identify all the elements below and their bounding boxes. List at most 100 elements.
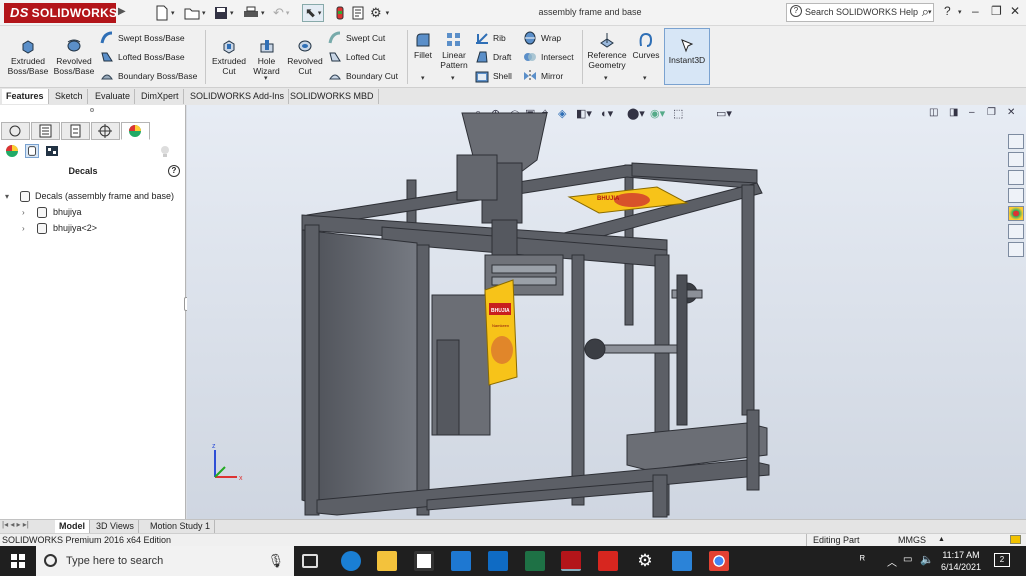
- tab-configuration-manager[interactable]: [61, 122, 90, 140]
- view-palette-icon[interactable]: [1008, 188, 1024, 203]
- swept-boss-button[interactable]: Swept Boss/Base: [99, 31, 185, 45]
- volume-icon[interactable]: 🔈: [920, 553, 934, 566]
- file-explorer-icon[interactable]: [1008, 170, 1024, 185]
- tab-feature-manager[interactable]: [1, 122, 30, 140]
- extruded-boss-button[interactable]: Extruded Boss/Base: [6, 38, 50, 76]
- file-explorer-taskbar-icon[interactable]: [377, 551, 397, 571]
- appearances-scenes-icon[interactable]: [1008, 206, 1024, 221]
- revolved-boss-button[interactable]: Revolved Boss/Base: [52, 38, 96, 76]
- collapse-caret-icon[interactable]: ▾: [5, 192, 9, 201]
- restore-icon[interactable]: ❐: [991, 4, 1002, 18]
- fillet-button[interactable]: Fillet: [409, 32, 437, 60]
- boundary-boss-button[interactable]: Boundary Boss/Base: [99, 69, 197, 83]
- instant3d-button[interactable]: Instant3D: [664, 28, 710, 85]
- tab-3d-views[interactable]: 3D Views: [92, 520, 139, 533]
- rib-button[interactable]: Rib: [474, 31, 506, 45]
- edge-browser-icon[interactable]: [341, 551, 361, 571]
- close-icon[interactable]: ✕: [1010, 4, 1020, 18]
- help-menu-icon[interactable]: ?: [944, 4, 951, 18]
- revolved-cut-button[interactable]: Revolved Cut: [285, 38, 325, 76]
- tab-model[interactable]: Model: [55, 520, 90, 533]
- hole-wizard-dropdown-icon[interactable]: ▾: [264, 74, 268, 82]
- linear-pattern-button[interactable]: Linear Pattern: [437, 32, 471, 70]
- tab-solidworks-mbd[interactable]: SOLIDWORKS MBD: [286, 89, 379, 104]
- help-icon[interactable]: ?: [168, 165, 180, 177]
- task-view-icon[interactable]: [302, 554, 318, 568]
- tree-item-decal[interactable]: bhujiya<2>: [53, 221, 97, 235]
- decals-icon[interactable]: [25, 144, 39, 158]
- wrap-icon: [524, 31, 536, 45]
- solidworks-resources-home-icon[interactable]: [1008, 134, 1024, 149]
- taskbar-search-input[interactable]: Type here to search 🎙: [36, 546, 294, 576]
- intersect-button[interactable]: Intersect: [522, 50, 574, 64]
- mirror-button[interactable]: Mirror: [522, 69, 563, 83]
- reference-geometry-dropdown-icon[interactable]: ▾: [604, 74, 608, 82]
- units-selector[interactable]: MMGS: [898, 534, 926, 546]
- decal-item-icon: [37, 207, 47, 218]
- tab-dimxpert-manager[interactable]: [91, 122, 120, 140]
- pattern-dropdown-icon[interactable]: ▾: [451, 74, 455, 82]
- fillet-dropdown-icon[interactable]: ▾: [421, 74, 425, 82]
- notification-center-icon[interactable]: 2: [994, 553, 1010, 567]
- appearances-icon[interactable]: [5, 144, 19, 158]
- curves-button[interactable]: Curves: [631, 32, 661, 60]
- expand-caret-icon[interactable]: ›: [22, 224, 25, 233]
- taskbar-clock[interactable]: 11:17 AM 6/14/2021: [934, 549, 988, 573]
- chrome-icon[interactable]: [709, 551, 729, 571]
- tab-display-manager[interactable]: [121, 122, 150, 140]
- tab-motion-study[interactable]: Motion Study 1: [146, 520, 216, 533]
- lofted-cut-button[interactable]: Lofted Cut: [327, 50, 385, 64]
- tree-item-decal[interactable]: bhujiya: [53, 205, 82, 219]
- ribbon-separator: [407, 30, 408, 84]
- appearance-ball-icon: [129, 125, 141, 137]
- curves-dropdown-icon[interactable]: ▾: [643, 74, 647, 82]
- help-search-input[interactable]: ? Search SOLIDWORKS Help ⌕: [786, 3, 934, 22]
- lofted-boss-icon: [101, 52, 113, 62]
- minimize-icon[interactable]: –: [972, 4, 979, 18]
- reference-geometry-button[interactable]: Reference Geometry: [584, 32, 630, 70]
- scenes-icon[interactable]: [45, 144, 59, 158]
- microphone-icon[interactable]: 🎙: [267, 546, 284, 576]
- custom-properties-icon[interactable]: [1008, 224, 1024, 239]
- show-hidden-icons-icon[interactable]: ︿: [887, 554, 897, 569]
- windows-start-icon[interactable]: [11, 554, 25, 568]
- tab-evaluate[interactable]: Evaluate: [91, 89, 136, 104]
- graphics-viewport[interactable]: ⌕ ⊕ ⤺ ▣ ⌖ ◈ ◧▾ ◐▾ ⬤▾ ◉▾ ⬚ ▭▾ ◫ ◨ – ❐ ✕: [187, 105, 1026, 519]
- tab-dimxpert[interactable]: DimXpert: [137, 89, 184, 104]
- shell-button[interactable]: Shell: [474, 69, 512, 83]
- tree-root-decals[interactable]: Decals (assembly frame and base): [35, 189, 174, 203]
- help-dropdown-arrow-icon[interactable]: ▾: [958, 8, 962, 16]
- swept-cut-button[interactable]: Swept Cut: [327, 31, 385, 45]
- design-library-icon[interactable]: [1008, 152, 1024, 167]
- settings-gear-icon[interactable]: ⚙: [635, 551, 655, 571]
- linear-pattern-icon: [447, 33, 460, 46]
- excel-icon[interactable]: [525, 551, 545, 571]
- photos-icon[interactable]: [672, 551, 692, 571]
- extruded-cut-button[interactable]: Extruded Cut: [207, 38, 251, 76]
- tab-sketch[interactable]: Sketch: [51, 89, 88, 104]
- search-dropdown-arrow-icon[interactable]: ▾: [928, 8, 932, 16]
- microsoft-store-icon[interactable]: [414, 551, 434, 571]
- rebuild-status-icon[interactable]: [1010, 535, 1021, 544]
- draft-button[interactable]: Draft: [474, 50, 511, 64]
- hole-wizard-button[interactable]: Hole Wizard: [248, 38, 285, 76]
- status-bar: SOLIDWORKS Premium 2016 x64 Edition Edit…: [0, 533, 1026, 546]
- tab-property-manager[interactable]: [31, 122, 60, 140]
- network-icon[interactable]: ▭: [903, 554, 912, 565]
- tab-scroll-arrows-icon[interactable]: |◂ ◂ ▸ ▸|: [2, 520, 29, 529]
- people-icon[interactable]: ᴿ: [860, 554, 865, 566]
- solidworks-taskbar-icon[interactable]: [561, 551, 581, 571]
- wrap-button[interactable]: Wrap: [522, 31, 561, 45]
- tab-solidworks-addins[interactable]: SOLIDWORKS Add-Ins: [186, 89, 290, 104]
- tab-features[interactable]: Features: [2, 89, 49, 104]
- mail-icon[interactable]: [451, 551, 471, 571]
- units-dropdown-icon[interactable]: ▲: [938, 534, 945, 546]
- expand-caret-icon[interactable]: ›: [22, 208, 25, 217]
- acrobat-icon[interactable]: [598, 551, 618, 571]
- boundary-cut-button[interactable]: Boundary Cut: [327, 69, 398, 83]
- forum-chat-icon[interactable]: [1008, 242, 1024, 257]
- outlook-icon[interactable]: [488, 551, 508, 571]
- shell-icon: [475, 71, 489, 83]
- panel-collapse-handle[interactable]: [90, 108, 94, 112]
- lofted-boss-button[interactable]: Lofted Boss/Base: [99, 50, 185, 64]
